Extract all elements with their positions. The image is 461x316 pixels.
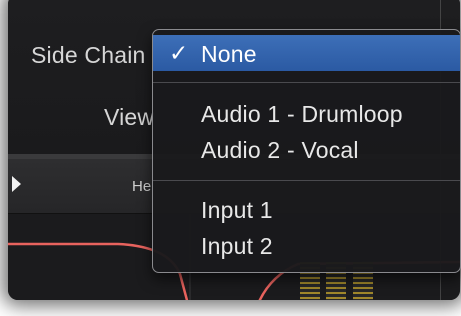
menu-item-label: Input 1 <box>201 197 273 223</box>
side-chain-dropdown-menu: ✓ None Audio 1 - Drumloop Audio 2 - Voca… <box>152 29 461 273</box>
menu-separator <box>153 82 460 83</box>
menu-item-none[interactable]: ✓ None <box>153 35 460 71</box>
menu-item-label: Audio 2 - Vocal <box>201 137 359 163</box>
menu-item-audio-2-vocal[interactable]: Audio 2 - Vocal <box>153 133 460 167</box>
graph-header-text: He <box>132 178 152 195</box>
view-label: View <box>104 104 155 130</box>
side-chain-label: Side Chain <box>31 42 146 68</box>
menu-item-audio-1-drumloop[interactable]: Audio 1 - Drumloop <box>153 97 460 131</box>
screenshot-stage: Side Chain View He ✓ None Audio 1 - Drum… <box>0 0 461 316</box>
menu-item-label: Input 2 <box>201 233 273 259</box>
menu-separator <box>153 180 460 181</box>
play-triangle-icon[interactable] <box>12 176 21 192</box>
menu-item-label: Audio 1 - Drumloop <box>201 101 403 127</box>
checkmark-icon: ✓ <box>169 40 189 66</box>
menu-item-input-2[interactable]: Input 2 <box>153 229 460 263</box>
menu-item-label: None <box>201 41 257 67</box>
menu-item-input-1[interactable]: Input 1 <box>153 193 460 227</box>
